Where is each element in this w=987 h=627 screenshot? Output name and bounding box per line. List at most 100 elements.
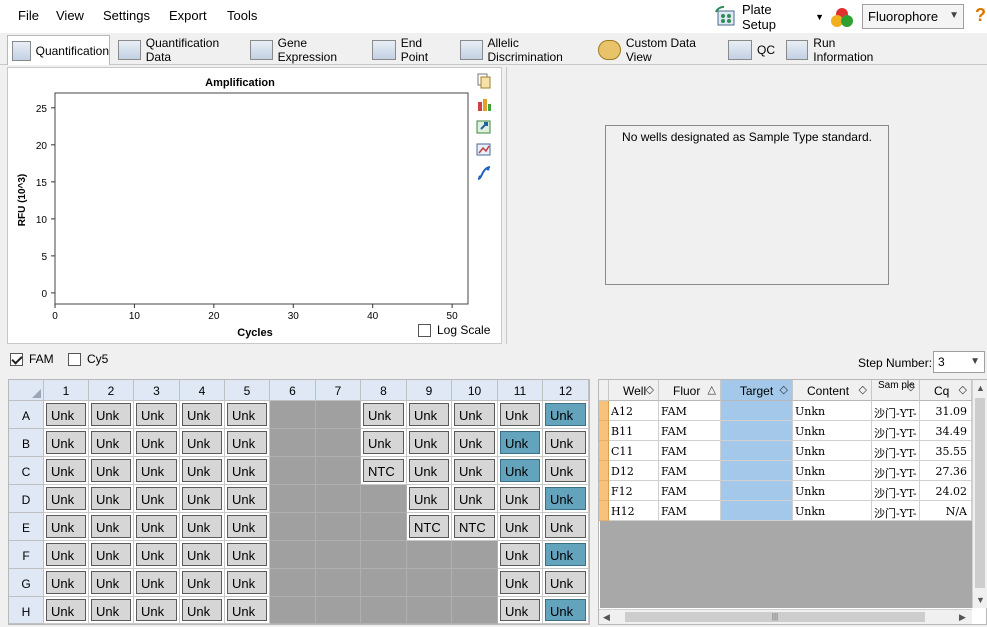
tab-run-information[interactable]: Run Information <box>782 36 892 64</box>
results-column-header[interactable]: Well ◇ <box>609 380 659 401</box>
plate-well[interactable]: Unk <box>498 541 543 569</box>
results-column-header[interactable]: Sam ple ◇ <box>872 380 920 401</box>
plate-well[interactable]: Unk <box>134 457 180 485</box>
results-cell[interactable]: 沙门-YT- <box>872 461 920 481</box>
traffic-light-icon[interactable] <box>829 5 855 32</box>
plate-well[interactable]: Unk <box>180 401 225 429</box>
tab-gene-expression[interactable]: Gene Expression <box>246 36 364 64</box>
results-column-header[interactable]: Content ◇ <box>793 380 872 401</box>
results-cell[interactable]: FAM <box>659 481 721 501</box>
plate-well[interactable]: Unk <box>134 597 180 624</box>
row-selector[interactable] <box>599 481 609 501</box>
sort-icon[interactable]: ◇ <box>907 382 915 393</box>
results-cell[interactable]: 沙门-YT- <box>872 441 920 461</box>
results-cell[interactable]: Unkn <box>793 401 872 421</box>
results-cell[interactable]: N/A <box>920 501 972 521</box>
help-icon[interactable]: ? <box>975 5 986 26</box>
plate-well[interactable]: Unk <box>452 485 498 513</box>
results-cell[interactable]: A12 <box>609 401 659 421</box>
plate-well[interactable]: Unk <box>452 457 498 485</box>
results-cell[interactable]: FAM <box>659 501 721 521</box>
results-cell[interactable]: Unkn <box>793 461 872 481</box>
zoom-chart-icon[interactable] <box>475 141 493 159</box>
results-cell[interactable]: Unkn <box>793 501 872 521</box>
plate-row-header[interactable]: F <box>9 541 44 569</box>
sort-icon[interactable]: ◇ <box>959 383 967 396</box>
scroll-right-icon[interactable]: ▶ <box>959 612 966 623</box>
select-all-corner[interactable] <box>9 380 44 401</box>
plate-row-header[interactable]: H <box>9 597 44 624</box>
step-number-select[interactable]: 3 ▼ <box>933 351 985 373</box>
plate-well[interactable]: Unk <box>225 401 270 429</box>
menu-file[interactable]: File <box>18 8 39 23</box>
plate-well[interactable]: Unk <box>134 429 180 457</box>
plate-well[interactable]: Unk <box>361 429 407 457</box>
plate-well[interactable]: Unk <box>225 485 270 513</box>
results-cell[interactable]: Unkn <box>793 481 872 501</box>
plate-column-header[interactable]: 12 <box>543 380 589 401</box>
results-column-header[interactable]: Cq ◇ <box>920 380 972 401</box>
plate-well[interactable]: Unk <box>498 401 543 429</box>
results-cell[interactable]: B11 <box>609 421 659 441</box>
fam-checkbox[interactable]: FAM <box>10 352 54 366</box>
cy5-check-box[interactable] <box>68 352 81 366</box>
menu-settings[interactable]: Settings <box>103 8 150 23</box>
plate-row-header[interactable]: E <box>9 513 44 541</box>
menu-tools[interactable]: Tools <box>227 8 257 23</box>
plate-well[interactable]: Unk <box>498 485 543 513</box>
log-scale-checkbox[interactable]: Log Scale <box>418 323 490 337</box>
plate-well[interactable]: Unk <box>134 541 180 569</box>
results-cell[interactable]: 沙门-YT- <box>872 421 920 441</box>
plate-column-header[interactable]: 9 <box>407 380 452 401</box>
chart-options-icon[interactable] <box>475 95 493 113</box>
tab-allelic-discrimination[interactable]: Allelic Discrimination <box>456 36 590 64</box>
plate-well[interactable]: Unk <box>225 569 270 597</box>
results-cell[interactable] <box>721 481 793 501</box>
sort-icon[interactable]: △ <box>708 383 716 396</box>
tab-quantification-data[interactable]: Quantification Data <box>114 36 242 64</box>
plate-well[interactable]: Unk <box>225 513 270 541</box>
plate-well[interactable]: Unk <box>180 485 225 513</box>
plate-well[interactable]: Unk <box>44 485 89 513</box>
results-column-header[interactable]: Target ◇ <box>721 380 793 401</box>
plate-column-header[interactable]: 3 <box>134 380 180 401</box>
plate-well[interactable]: NTC <box>407 513 452 541</box>
plate-well[interactable]: Unk <box>543 457 589 485</box>
plate-well[interactable]: Unk <box>498 569 543 597</box>
plate-column-header[interactable]: 1 <box>44 380 89 401</box>
results-cell[interactable] <box>721 501 793 521</box>
results-cell[interactable]: 沙门-YT- <box>872 401 920 421</box>
plate-column-header[interactable]: 10 <box>452 380 498 401</box>
plate-well[interactable]: Unk <box>134 513 180 541</box>
plate-well[interactable]: Unk <box>180 597 225 624</box>
plate-well[interactable]: Unk <box>543 597 589 624</box>
results-cell[interactable]: 27.36 <box>920 461 972 481</box>
scroll-down-icon[interactable]: ▼ <box>976 595 985 605</box>
plate-well[interactable]: Unk <box>498 513 543 541</box>
plate-well[interactable]: Unk <box>89 597 134 624</box>
tab-custom-data-view[interactable]: Custom Data View <box>594 36 720 64</box>
plate-well[interactable]: Unk <box>407 401 452 429</box>
tab-quantification[interactable]: Quantification <box>7 35 110 65</box>
plate-well[interactable]: Unk <box>134 485 180 513</box>
plate-well[interactable]: Unk <box>543 513 589 541</box>
results-cell[interactable]: 沙门-YT- <box>872 481 920 501</box>
plate-column-header[interactable]: 5 <box>225 380 270 401</box>
plate-row-header[interactable]: C <box>9 457 44 485</box>
results-cell[interactable]: H12 <box>609 501 659 521</box>
plate-well[interactable]: Unk <box>44 541 89 569</box>
scroll-thumb[interactable]: ||| <box>625 612 925 622</box>
results-cell[interactable] <box>721 401 793 421</box>
plate-well[interactable]: Unk <box>44 457 89 485</box>
results-cell[interactable] <box>721 441 793 461</box>
plate-row-header[interactable]: B <box>9 429 44 457</box>
results-cell[interactable]: 34.49 <box>920 421 972 441</box>
row-selector[interactable] <box>599 441 609 461</box>
results-cell[interactable]: F12 <box>609 481 659 501</box>
results-cell[interactable]: Unkn <box>793 421 872 441</box>
row-selector[interactable] <box>599 421 609 441</box>
plate-well[interactable]: Unk <box>452 401 498 429</box>
results-column-header[interactable]: Fluor △ <box>659 380 721 401</box>
scroll-left-icon[interactable]: ◀ <box>603 612 610 623</box>
export-icon[interactable] <box>475 118 493 136</box>
